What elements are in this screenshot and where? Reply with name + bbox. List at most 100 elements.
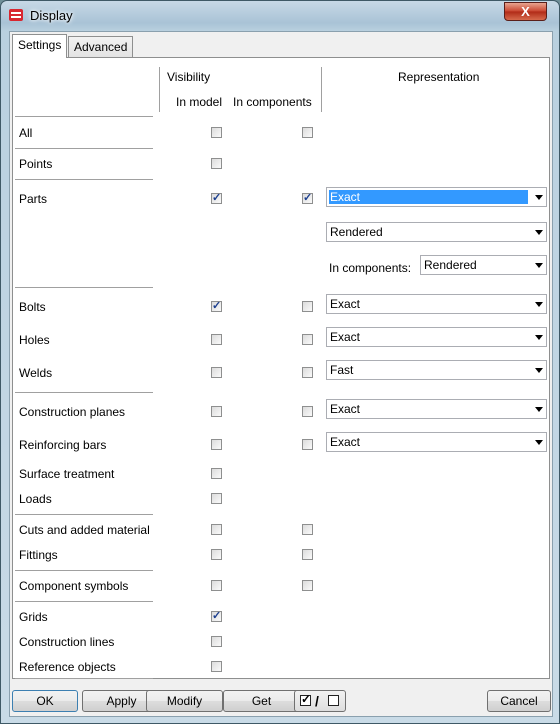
ok-button-label: OK (36, 694, 54, 708)
separator (15, 570, 153, 571)
dropdown-arrow-icon (535, 230, 543, 235)
component-symbols-in-components-checkbox[interactable] (302, 580, 313, 591)
window-title: Display (30, 8, 73, 23)
dropdown-arrow-icon (535, 440, 543, 445)
holes-representation-select[interactable]: Exact (326, 327, 547, 347)
row-label-cuts: Cuts and added material (19, 523, 150, 537)
tab-advanced[interactable]: Advanced (68, 36, 134, 57)
bolts-representation-select[interactable]: Exact (326, 294, 547, 314)
component-symbols-in-model-checkbox[interactable] (211, 580, 222, 591)
row-label-parts: Parts (19, 192, 48, 206)
fittings-in-components-checkbox[interactable] (302, 549, 313, 560)
dropdown-arrow-icon (535, 407, 543, 412)
separator (15, 514, 153, 515)
separator (15, 392, 153, 393)
surface-treatment-in-model-checkbox[interactable] (211, 468, 222, 479)
get-button[interactable]: Get (223, 690, 300, 712)
ok-button[interactable]: OK (12, 690, 78, 712)
row-label-bolts: Bolts (19, 300, 46, 314)
header-divider-right (321, 67, 322, 112)
reinforcing-bars-in-model-checkbox[interactable] (211, 439, 222, 450)
holes-in-model-checkbox[interactable] (211, 334, 222, 345)
row-label-all: All (19, 126, 33, 140)
welds-representation-value: Fast (330, 363, 354, 377)
parts-in-model-checkbox[interactable] (211, 191, 222, 204)
welds-in-model-checkbox[interactable] (211, 367, 222, 378)
construction-planes-representation-value: Exact (330, 402, 361, 416)
reinforcing-bars-representation-select[interactable]: Exact (326, 432, 547, 452)
points-in-model-checkbox[interactable] (211, 158, 222, 169)
parts-representation-value: Exact (329, 190, 528, 204)
row-label-surface-treatment: Surface treatment (19, 467, 115, 481)
row-label-component-symbols: Component symbols (19, 579, 129, 593)
cuts-in-components-checkbox[interactable] (302, 524, 313, 535)
bolts-in-model-checkbox[interactable] (211, 299, 222, 312)
modify-button[interactable]: Modify (146, 690, 223, 712)
reference-objects-in-model-checkbox[interactable] (211, 661, 222, 672)
holes-in-components-checkbox[interactable] (302, 334, 313, 345)
dropdown-arrow-icon (535, 263, 543, 268)
parts-in-components-rendering-select[interactable]: Rendered (420, 255, 547, 275)
cancel-button[interactable]: Cancel (487, 690, 551, 712)
row-label-construction-lines: Construction lines (19, 635, 115, 649)
header-divider-left (159, 67, 160, 112)
close-icon: X (521, 4, 530, 19)
row-label-points: Points (19, 157, 53, 171)
slash-icon: / (315, 693, 319, 709)
dropdown-arrow-icon (535, 335, 543, 340)
parts-representation-select[interactable]: Exact (326, 187, 547, 207)
loads-in-model-checkbox[interactable] (211, 493, 222, 504)
parts-in-components-label: In components: (329, 261, 412, 275)
unchecked-box-icon (328, 695, 339, 706)
dialog-client: Settings Advanced Visibility In model In… (9, 31, 553, 717)
parts-rendering-value: Rendered (330, 225, 383, 239)
bolts-in-components-checkbox[interactable] (302, 301, 313, 312)
fittings-in-model-checkbox[interactable] (211, 549, 222, 560)
check-all-toggle-button[interactable]: / (294, 690, 346, 712)
close-button[interactable]: X (504, 2, 547, 21)
row-label-loads: Loads (19, 492, 52, 506)
row-label-grids: Grids (19, 610, 48, 624)
all-in-model-checkbox[interactable] (211, 127, 222, 138)
grids-in-model-checkbox[interactable] (211, 609, 222, 622)
parts-in-components-rendering-value: Rendered (424, 258, 477, 272)
apply-button-label: Apply (106, 694, 137, 708)
welds-in-components-checkbox[interactable] (302, 367, 313, 378)
row-label-reinforcing-bars: Reinforcing bars (19, 438, 107, 452)
cancel-button-label: Cancel (500, 694, 538, 708)
construction-lines-in-model-checkbox[interactable] (211, 636, 222, 647)
construction-planes-in-model-checkbox[interactable] (211, 406, 222, 417)
separator (15, 678, 153, 679)
separator (15, 116, 153, 117)
title-bar[interactable]: Display X (1, 1, 559, 31)
dropdown-arrow-icon (535, 302, 543, 307)
separator (15, 287, 153, 288)
display-window: Display X Settings Advanced Visibility I… (0, 0, 560, 724)
in-model-header: In model (176, 95, 223, 109)
tab-settings-label: Settings (18, 38, 62, 52)
separator (15, 179, 153, 180)
tab-advanced-label: Advanced (74, 40, 128, 54)
checked-box-icon (300, 692, 311, 706)
in-components-header: In components (233, 95, 312, 109)
construction-planes-in-components-checkbox[interactable] (302, 406, 313, 417)
parts-in-components-checkbox[interactable] (302, 191, 313, 204)
dropdown-arrow-icon (535, 368, 543, 373)
reinforcing-bars-in-components-checkbox[interactable] (302, 439, 313, 450)
dropdown-arrow-icon (535, 195, 543, 200)
bolts-representation-value: Exact (330, 297, 361, 311)
visibility-header: Visibility (167, 70, 211, 84)
display-app-icon (9, 9, 23, 21)
row-label-reference-objects: Reference objects (19, 660, 116, 674)
get-button-label: Get (251, 694, 272, 708)
modify-button-label: Modify (166, 694, 203, 708)
all-in-components-checkbox[interactable] (302, 127, 313, 138)
cuts-in-model-checkbox[interactable] (211, 524, 222, 535)
reinforcing-bars-representation-value: Exact (330, 435, 361, 449)
row-label-holes: Holes (19, 333, 50, 347)
representation-header: Representation (398, 70, 480, 84)
welds-representation-select[interactable]: Fast (326, 360, 547, 380)
parts-rendering-select[interactable]: Rendered (326, 222, 547, 242)
construction-planes-representation-select[interactable]: Exact (326, 399, 547, 419)
tab-settings[interactable]: Settings (12, 34, 68, 58)
